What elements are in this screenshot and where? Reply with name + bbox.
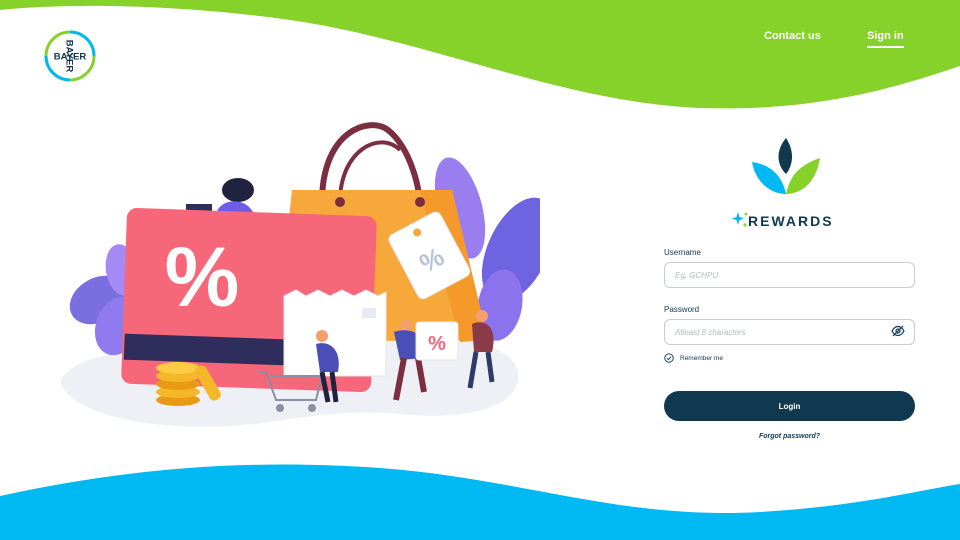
bottom-blue-wave xyxy=(0,464,960,540)
woman-hair xyxy=(222,178,254,202)
bayer-logo-icon[interactable]: BAYER BAYER xyxy=(44,30,96,82)
sparkle-icon xyxy=(732,212,748,228)
sign-in-link[interactable]: Sign in xyxy=(867,30,904,48)
remember-me-label: Remember me xyxy=(680,354,723,362)
forgot-password-link[interactable]: Forgot password? xyxy=(664,433,915,440)
remember-me-checkbox[interactable]: Remember me xyxy=(664,353,723,363)
top-green-wave xyxy=(0,0,960,109)
username-input[interactable] xyxy=(664,262,915,288)
username-label: Username xyxy=(664,248,701,257)
password-label: Password xyxy=(664,305,700,314)
rewards-title: REWARDS xyxy=(748,213,834,229)
eye-off-icon[interactable] xyxy=(891,325,905,337)
sign-in-label: Sign in xyxy=(867,30,904,42)
password-input[interactable] xyxy=(664,319,915,345)
logo-vertical-text: BAYER xyxy=(64,40,75,73)
box-percent: % xyxy=(428,333,446,355)
check-circle-icon xyxy=(664,353,674,363)
shopping-illustration: % % % xyxy=(60,122,540,427)
person-2-head xyxy=(400,320,412,332)
login-button[interactable]: Login xyxy=(664,391,915,421)
person-1-head xyxy=(316,330,328,342)
contact-us-link[interactable]: Contact us xyxy=(764,30,821,42)
card-percent: % xyxy=(165,230,240,324)
person-3-head xyxy=(476,310,488,322)
sign-in-underline xyxy=(867,46,904,48)
rewards-leaf-icon xyxy=(752,138,820,194)
